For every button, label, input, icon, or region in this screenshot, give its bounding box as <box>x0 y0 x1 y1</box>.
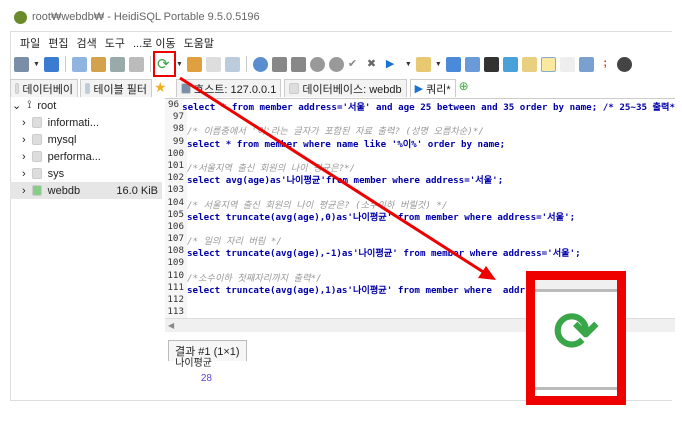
zoomed-refresh-callout: ⟳ <box>526 271 626 405</box>
refresh-icon-zoomed: ⟳ <box>553 302 599 362</box>
